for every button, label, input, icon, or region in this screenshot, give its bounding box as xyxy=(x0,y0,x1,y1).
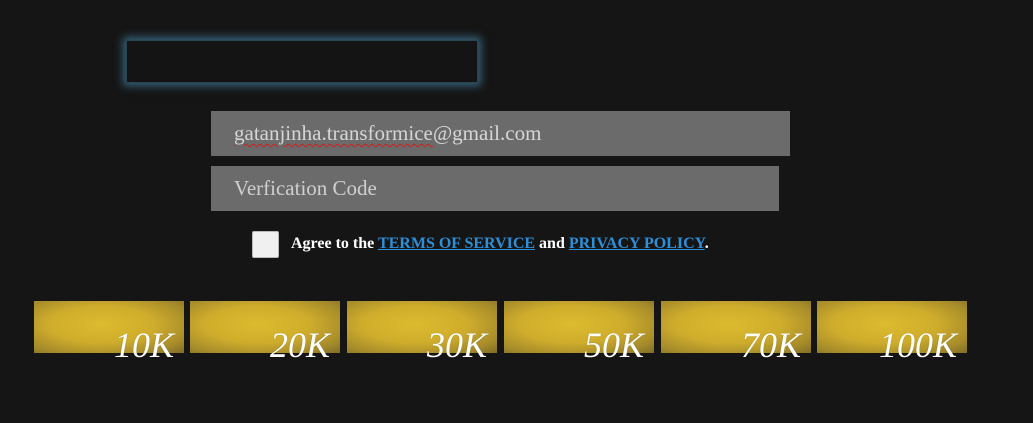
terms-of-service-link[interactable]: TERMS OF SERVICE xyxy=(378,235,535,252)
package-label: 30K xyxy=(426,325,487,365)
package-label: 10K xyxy=(113,325,174,365)
agree-prefix: Agree to the xyxy=(291,235,375,252)
package-label: 20K xyxy=(269,325,330,365)
package-100k-button[interactable]: 100K xyxy=(817,301,967,363)
package-label: 50K xyxy=(583,325,644,365)
email-domain-text: @gmail.com xyxy=(432,121,542,145)
username-display-box[interactable] xyxy=(126,40,478,83)
verification-code-placeholder: Verfication Code xyxy=(234,176,377,200)
agree-checkbox[interactable] xyxy=(252,230,279,258)
email-field[interactable]: gatanjinha.transformice@gmail.com xyxy=(211,111,790,156)
agree-suffix: . xyxy=(704,235,709,252)
page: gatanjinha.transformice@gmail.com Verfic… xyxy=(0,0,1033,423)
package-30k-button[interactable]: 30K xyxy=(347,301,497,363)
package-label: 70K xyxy=(740,325,801,365)
package-20k-button[interactable]: 20K xyxy=(190,301,340,363)
agree-row: Agree to the TERMS OF SERVICE and PRIVAC… xyxy=(252,229,709,259)
package-label: 100K xyxy=(878,325,957,365)
package-10k-button[interactable]: 10K xyxy=(34,301,184,363)
package-options: 10K 20K 30K 50K 70K 100K xyxy=(34,301,974,381)
agree-conjunction: and xyxy=(539,235,565,252)
privacy-policy-link[interactable]: PRIVACY POLICY xyxy=(569,235,705,252)
package-50k-button[interactable]: 50K xyxy=(504,301,654,363)
agree-text: Agree to the TERMS OF SERVICE and PRIVAC… xyxy=(291,235,709,253)
email-misspelled-text: gatanjinha.transformice xyxy=(234,121,433,145)
verification-code-field[interactable]: Verfication Code xyxy=(211,166,779,211)
package-70k-button[interactable]: 70K xyxy=(661,301,811,363)
